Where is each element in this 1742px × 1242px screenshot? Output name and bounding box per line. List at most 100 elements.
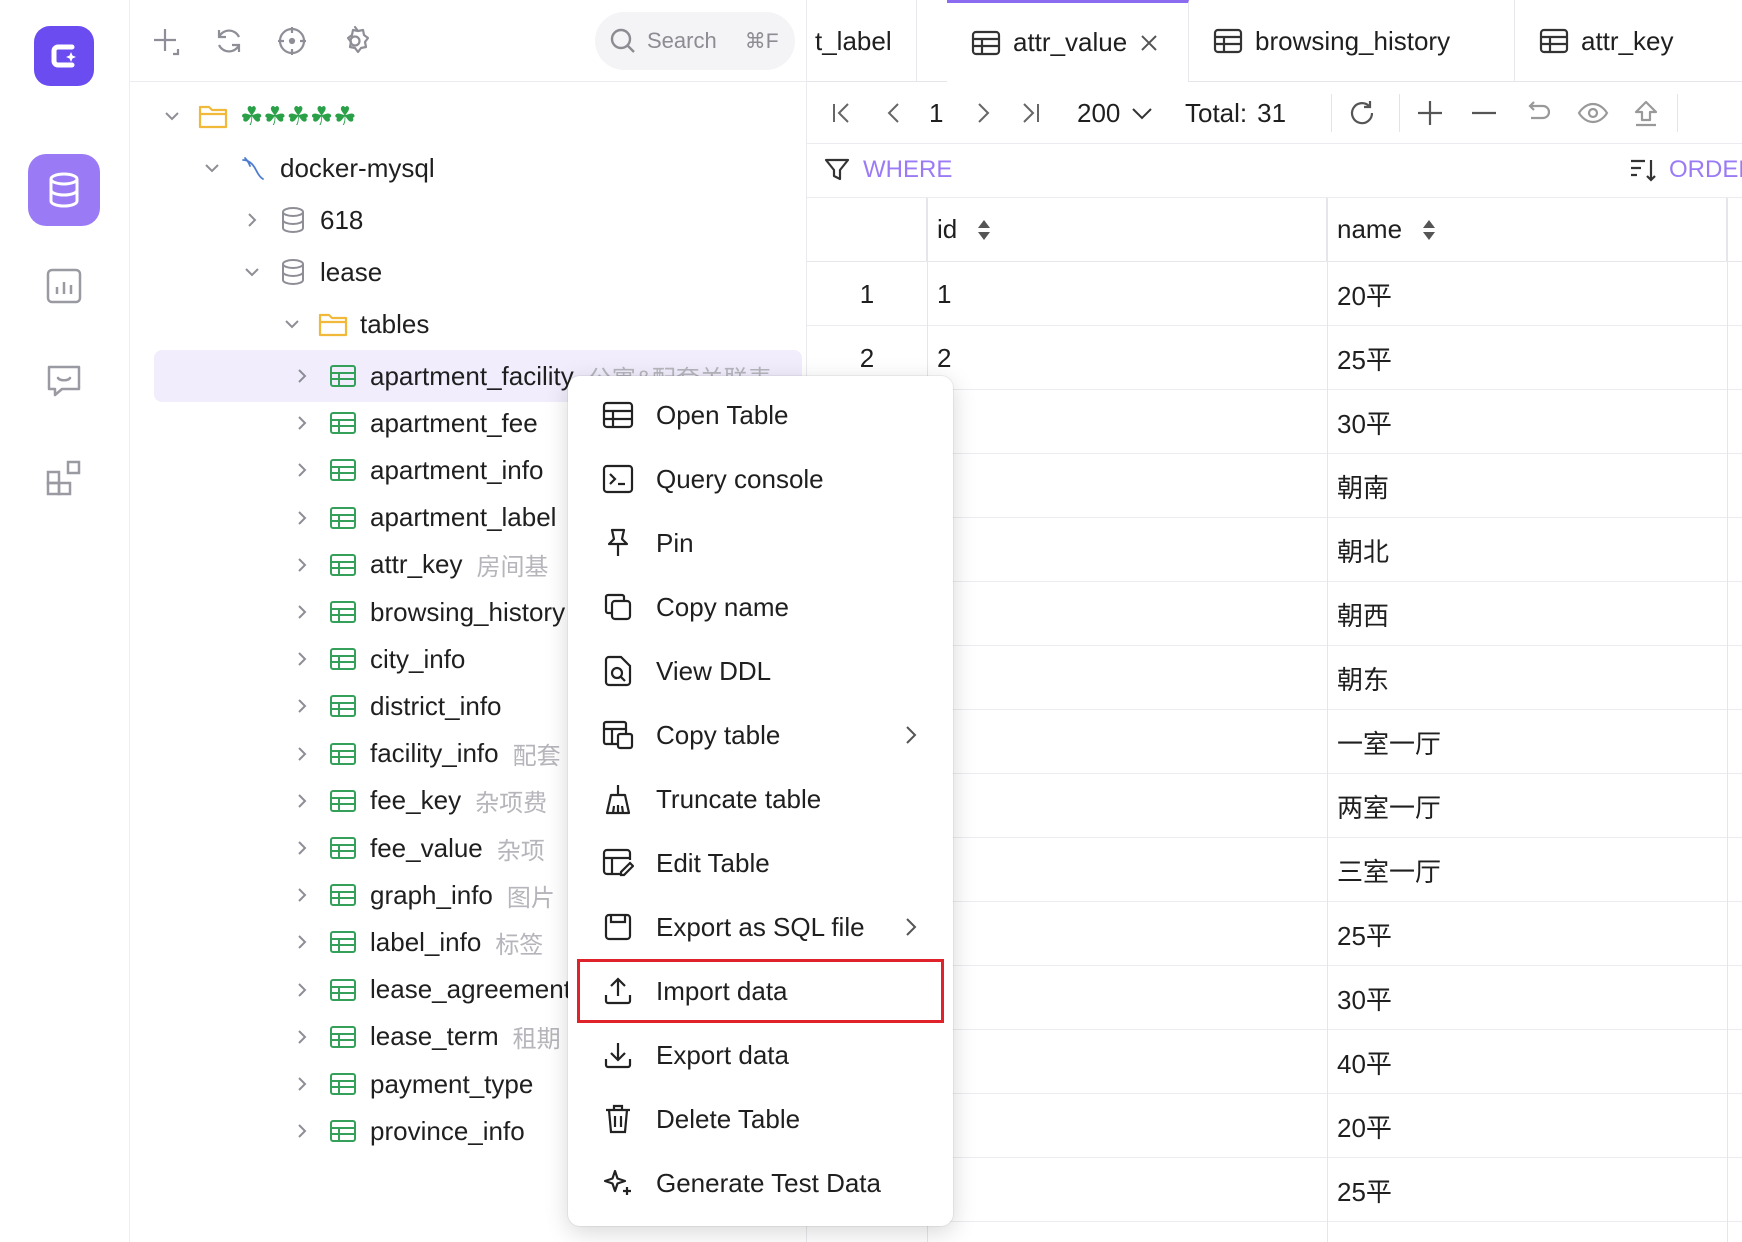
locate-icon[interactable] [273, 22, 311, 60]
cell-name[interactable]: 20平 [1337, 262, 1717, 326]
cell-name[interactable]: 朝东 [1337, 646, 1717, 710]
cell-id[interactable] [937, 774, 1317, 838]
reload-icon[interactable] [1347, 82, 1377, 144]
chevron-right-icon[interactable] [292, 744, 312, 764]
menu-item-truncate-table[interactable]: Truncate table [578, 768, 943, 830]
logo-icon[interactable] [34, 26, 94, 86]
cell-id[interactable]: 1 [937, 902, 1317, 966]
chevron-right-icon[interactable] [292, 838, 312, 858]
cell-id[interactable]: 2 [937, 966, 1317, 1030]
page-number[interactable]: 1 [929, 82, 943, 144]
cell-name[interactable]: 40平 [1337, 1030, 1717, 1094]
cell-name[interactable]: 25平 [1337, 1158, 1717, 1222]
cell-name[interactable]: 20平 [1337, 1094, 1717, 1158]
menu-item-query-console[interactable]: Query console [578, 448, 943, 510]
column-header-id[interactable]: id [927, 198, 1327, 262]
chevron-right-icon[interactable] [292, 649, 312, 669]
tree-table-item[interactable]: apartment_label [292, 492, 570, 544]
cell-id[interactable] [937, 518, 1317, 582]
tree-table-item[interactable]: province_info [292, 1105, 539, 1157]
menu-item-edit-table[interactable]: Edit Table [578, 832, 943, 894]
menu-item-open-table[interactable]: Open Table [578, 384, 943, 446]
cell-id[interactable]: 0 [937, 838, 1317, 902]
cell-name[interactable]: 三室一厅 [1337, 838, 1717, 902]
menu-item-generate-test-data[interactable]: Generate Test Data [578, 1152, 943, 1214]
tree-connection[interactable]: docker-mysql [202, 142, 435, 194]
cell-name[interactable]: 两室一厅 [1337, 774, 1717, 838]
tree-table-item[interactable]: apartment_fee [292, 397, 552, 449]
chevron-right-icon[interactable] [292, 460, 312, 480]
chevron-down-icon[interactable] [282, 314, 302, 334]
cell-id[interactable]: 1 [937, 262, 1317, 326]
menu-item-pin[interactable]: Pin [578, 512, 943, 574]
where-filter[interactable]: WHERE [823, 156, 952, 184]
first-page-icon[interactable] [829, 82, 855, 144]
page-size-select[interactable]: 200 [1077, 82, 1154, 144]
cell-name[interactable]: 一室一厅 [1337, 710, 1717, 774]
cell-id[interactable] [937, 454, 1317, 518]
cell-name[interactable]: 朝南 [1337, 454, 1717, 518]
tree-table-item[interactable]: apartment_info [292, 444, 557, 496]
chevron-right-icon[interactable] [292, 1074, 312, 1094]
chart-icon[interactable] [28, 250, 100, 322]
chevron-right-icon[interactable] [292, 791, 312, 811]
column-header-next[interactable] [1727, 198, 1742, 262]
tree-table-item[interactable]: facility_info 配套 [292, 728, 561, 780]
tree-table-item[interactable]: city_info [292, 633, 479, 685]
tree-table-item[interactable]: browsing_history [292, 586, 579, 638]
cell-name[interactable]: 25平 [1337, 902, 1717, 966]
cell-name[interactable]: 25平 [1337, 326, 1717, 390]
tree-db-618[interactable]: 618 [242, 194, 363, 246]
cell-id[interactable]: 5 [937, 1158, 1317, 1222]
tree-table-item[interactable]: district_info [292, 680, 516, 732]
close-icon[interactable] [1139, 33, 1159, 53]
cell-name[interactable]: 30平 [1337, 966, 1717, 1030]
chevron-right-icon[interactable] [292, 508, 312, 528]
cell-name[interactable]: 朝西 [1337, 582, 1717, 646]
chevron-right-icon[interactable] [292, 602, 312, 622]
menu-item-delete-table[interactable]: Delete Table [578, 1088, 943, 1150]
tree-table-item[interactable]: fee_value 杂项 [292, 822, 545, 874]
menu-item-import-data[interactable]: Import data [577, 959, 944, 1023]
add-connection-icon[interactable] [148, 22, 186, 60]
tab-t-label[interactable]: t_label [807, 0, 917, 82]
chevron-right-icon[interactable] [292, 1027, 312, 1047]
sort-arrows-icon[interactable] [1420, 217, 1438, 243]
undo-icon[interactable] [1523, 82, 1553, 144]
tree-db-lease[interactable]: lease [242, 246, 382, 298]
tab-attr-value[interactable]: attr_value [947, 0, 1189, 82]
chevron-right-icon[interactable] [292, 980, 312, 1000]
chevron-right-icon[interactable] [242, 210, 262, 230]
sort-arrows-icon[interactable] [975, 217, 993, 243]
last-page-icon[interactable] [1017, 82, 1043, 144]
cell-name[interactable]: 朝北 [1337, 518, 1717, 582]
chevron-right-icon[interactable] [292, 932, 312, 952]
tree-table-item[interactable]: payment_type [292, 1058, 547, 1110]
chevron-down-icon[interactable] [162, 106, 182, 126]
refresh-icon[interactable] [210, 22, 248, 60]
menu-item-copy-table[interactable]: Copy table [578, 704, 943, 766]
chevron-right-icon[interactable] [292, 696, 312, 716]
cell-name[interactable]: 30平 [1337, 390, 1717, 454]
menu-item-export-as-sql-file[interactable]: Export as SQL file [578, 896, 943, 958]
tab-attr-key[interactable]: attr_key [1515, 0, 1742, 82]
cell-id[interactable] [937, 646, 1317, 710]
cell-id[interactable] [937, 710, 1317, 774]
cell-id[interactable]: 4 [937, 1094, 1317, 1158]
menu-item-export-data[interactable]: Export data [578, 1024, 943, 1086]
submit-upload-icon[interactable] [1631, 82, 1661, 144]
chevron-right-icon[interactable] [292, 555, 312, 575]
tab-browsing-history[interactable]: browsing_history [1189, 0, 1515, 82]
tree-table-item[interactable]: attr_key 房间基 [292, 539, 549, 591]
prev-page-icon[interactable] [881, 82, 907, 144]
add-row-icon[interactable] [1415, 82, 1445, 144]
search-box[interactable]: Search ⌘F [595, 12, 795, 70]
table-row[interactable]: 1 1 20平 [807, 262, 1742, 326]
chat-icon[interactable] [28, 345, 100, 417]
tree-table-item[interactable]: fee_key 杂项费 [292, 775, 547, 827]
preview-eye-icon[interactable] [1577, 82, 1609, 144]
tree-table-item[interactable]: graph_info 图片 [292, 869, 555, 921]
chevron-down-icon[interactable] [242, 262, 262, 282]
cell-id[interactable] [937, 582, 1317, 646]
menu-item-view-ddl[interactable]: View DDL [578, 640, 943, 702]
